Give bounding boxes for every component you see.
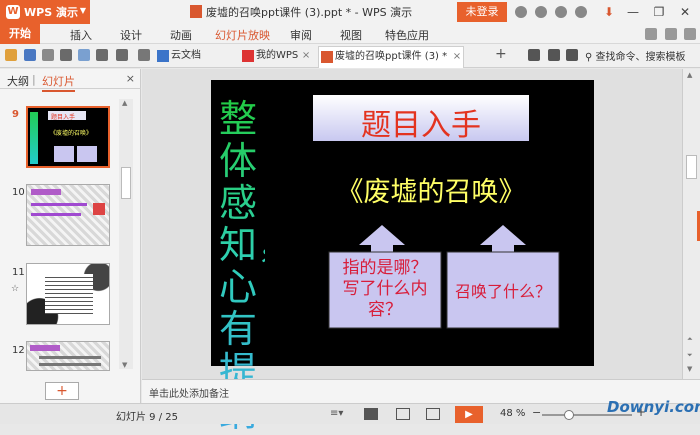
slide-title: 题目入手 (361, 108, 481, 143)
slide-counter: 幻灯片 9 / 25 (116, 412, 178, 423)
app-menu-button[interactable]: W WPS 演示 ▼ (0, 0, 90, 24)
menu-start[interactable]: 开始 (0, 24, 40, 44)
current-slide[interactable]: 整体感知，心有提纲 题目入手 《废墟的召唤》 指的是哪？写了什么内容？ 召唤了什… (211, 80, 594, 434)
view-dropdown-icon[interactable]: ≡▾ (330, 408, 343, 419)
slide-panel: 大纲 | 幻灯片 × 9 题目入手 《废墟的召唤》 10 11 ☆ 12 ▲ ▼… (0, 69, 141, 403)
zoom-slider-knob[interactable] (564, 410, 574, 420)
zoom-out-icon[interactable]: − (532, 406, 541, 419)
share-icon[interactable] (548, 49, 560, 61)
wps-logo-icon: W (6, 5, 20, 19)
wps-icon (242, 50, 254, 62)
canvas-scrollbar[interactable]: ▲ ⏶ ⏷ ▼ (682, 69, 700, 379)
undo-icon[interactable] (96, 49, 108, 61)
print-icon[interactable] (60, 49, 72, 61)
panel-scrollbar[interactable]: ▲ ▼ (119, 99, 133, 369)
search-icon: ⚲ (585, 52, 593, 63)
tab-slides[interactable]: 幻灯片 (42, 73, 75, 92)
chevron-down-icon: ▼ (79, 6, 86, 15)
quick-access-dropdown-icon[interactable] (138, 49, 150, 61)
new-tab-icon[interactable]: + (495, 46, 507, 62)
normal-view-icon[interactable] (364, 408, 378, 420)
scroll-up-icon[interactable]: ▲ (687, 71, 692, 79)
menu-review[interactable]: 审阅 (290, 27, 312, 43)
open-folder-icon[interactable] (5, 49, 17, 61)
menu-view[interactable]: 视图 (340, 27, 362, 43)
scroll-up-icon[interactable]: ▲ (122, 99, 127, 107)
play-slideshow-button[interactable]: ▶ (455, 406, 483, 423)
settings-icon[interactable] (575, 6, 587, 18)
slide-number: 11 (12, 267, 25, 278)
command-search[interactable]: ⚲ 查找命令、搜索模板 (585, 48, 686, 63)
watermark: Downyi.com (607, 398, 700, 416)
options-icon[interactable] (684, 28, 696, 40)
menu-insert[interactable]: 插入 (70, 27, 92, 43)
slide-number: 12 (12, 345, 25, 356)
menu-features[interactable]: 特色应用 (385, 27, 429, 43)
ribbon-menu: 开始 插入 设计 动画 幻灯片放映 审阅 视图 特色应用 (0, 24, 700, 44)
redo-icon[interactable] (116, 49, 128, 61)
close-window-icon[interactable]: ✕ (674, 2, 696, 22)
slide-thumbnail-12[interactable] (26, 341, 110, 371)
cloud-icon (157, 50, 169, 62)
close-tab-icon[interactable]: × (302, 46, 310, 66)
add-slide-button[interactable]: + (45, 382, 79, 400)
help-menu-icon[interactable] (665, 28, 677, 40)
slide-thumbnail-9[interactable]: 题目入手 《废墟的召唤》 (26, 106, 110, 168)
document-title: 废墟的召唤ppt课件 (3).ppt * - WPS 演示 (190, 4, 412, 20)
play-icon: ▶ (465, 409, 473, 420)
save-icon[interactable] (24, 49, 36, 61)
panel-tabs: 大纲 | 幻灯片 × (0, 69, 141, 92)
tab-outline[interactable]: 大纲 (7, 73, 29, 89)
slide-sorter-icon[interactable] (396, 408, 410, 420)
tab-my-wps[interactable]: 我的WPS × (240, 46, 310, 68)
scrollbar-thumb[interactable] (686, 155, 697, 179)
scroll-down-icon[interactable]: ▼ (122, 361, 127, 369)
question-right-text: 召唤了什么？ (454, 282, 551, 301)
next-slide-icon[interactable]: ⏷ (687, 351, 693, 360)
maximize-icon[interactable]: ❐ (648, 2, 670, 22)
app-name: WPS 演示 (24, 6, 78, 19)
document-tab-bar: 云文档 我的WPS × 废墟的召唤ppt课件 (3) * × + ⚲ 查找命令、… (0, 44, 700, 68)
skin-icon[interactable] (515, 6, 527, 18)
login-button[interactable]: 未登录 (457, 2, 507, 22)
preview-icon[interactable] (78, 49, 90, 61)
expand-ribbon-icon[interactable] (645, 28, 657, 40)
animation-star-icon: ☆ (11, 284, 20, 294)
scroll-down-icon[interactable]: ▼ (687, 365, 692, 373)
broadcast-icon[interactable] (528, 49, 540, 61)
minimize-icon[interactable]: — (622, 2, 644, 22)
tab-cloud-docs[interactable]: 云文档 (155, 46, 201, 68)
notes-placeholder: 单击此处添加备注 (149, 389, 229, 400)
zoom-level[interactable]: 48 % (500, 408, 525, 419)
screen-icon[interactable] (566, 49, 578, 61)
close-icon[interactable]: × (126, 72, 135, 85)
status-bar: 幻灯片 9 / 25 ≡▾ ▶ 48 % − + (0, 403, 700, 424)
tab-current-document[interactable]: 废墟的召唤ppt课件 (3) * × (318, 46, 465, 68)
previous-slide-icon[interactable]: ⏶ (687, 335, 693, 344)
export-icon[interactable] (42, 49, 54, 61)
download-icon[interactable]: ⬇ (598, 2, 620, 22)
slide-number: 10 (12, 187, 25, 198)
reading-view-icon[interactable] (426, 408, 440, 420)
presentation-file-icon (190, 5, 202, 18)
close-tab-icon[interactable]: × (453, 47, 461, 67)
menu-slideshow[interactable]: 幻灯片放映 (215, 27, 270, 43)
book-title: 《废墟的召唤》 (336, 177, 526, 208)
menu-design[interactable]: 设计 (120, 27, 142, 43)
title-bar: W WPS 演示 ▼ 废墟的召唤ppt课件 (3).ppt * - WPS 演示… (0, 0, 700, 24)
slide-thumbnail-11[interactable] (26, 263, 110, 325)
feedback-icon[interactable] (555, 6, 567, 18)
question-left-text: 指的是哪？写了什么内容？ (342, 258, 428, 320)
menu-animation[interactable]: 动画 (170, 27, 192, 43)
scrollbar-thumb[interactable] (121, 167, 131, 199)
help-icon[interactable] (535, 6, 547, 18)
slide-number: 9 (12, 109, 19, 120)
slide-thumbnail-10[interactable] (26, 184, 110, 246)
presentation-file-icon (321, 51, 333, 63)
